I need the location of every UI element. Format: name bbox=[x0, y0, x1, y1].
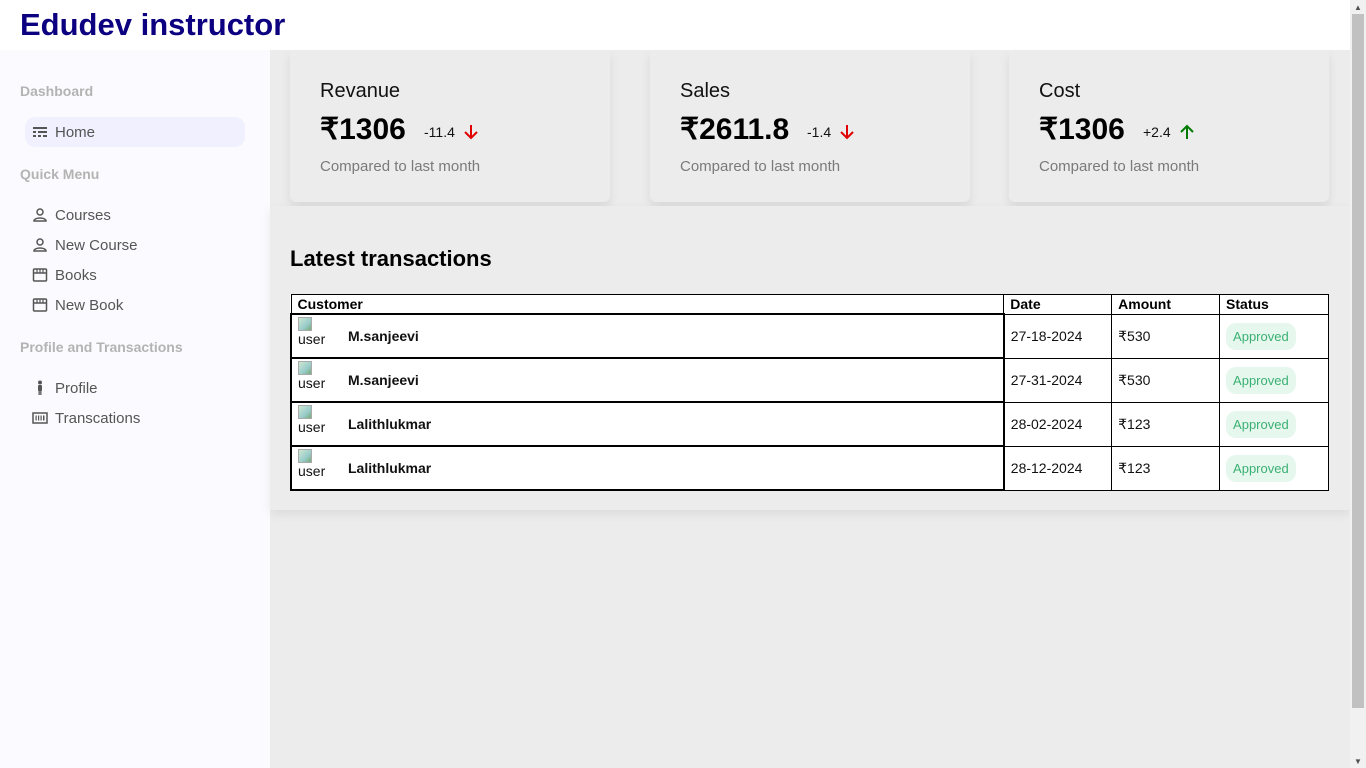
status-cell: Approved bbox=[1219, 313, 1329, 359]
sidebar-title-quick-menu: Quick Menu bbox=[20, 166, 100, 182]
arrow-down-icon bbox=[840, 125, 854, 140]
scroll-up-arrow-icon[interactable]: ▲ bbox=[1350, 0, 1366, 14]
customer-name: M.sanjeevi bbox=[348, 328, 419, 344]
table-row: user M.sanjeevi 27-31-2024 ₹530 Approved bbox=[290, 357, 1329, 403]
status-badge[interactable]: Approved bbox=[1226, 366, 1296, 394]
amount-cell: ₹530 bbox=[1111, 357, 1221, 403]
sidebar-item-new-course[interactable]: New Course bbox=[25, 230, 245, 260]
kpi-money: ₹1306 bbox=[320, 113, 406, 146]
sidebar-title-dashboard: Dashboard bbox=[20, 83, 94, 99]
sidebar-item-profile[interactable]: Profile bbox=[25, 373, 245, 403]
brand-title: Edudev instructor bbox=[20, 7, 286, 42]
sidebar-item-new-book[interactable]: New Book bbox=[25, 290, 245, 320]
sidebar-item-label: Home bbox=[55, 123, 96, 141]
sidebar-item-home[interactable]: Home bbox=[25, 117, 245, 147]
status-cell: Approved bbox=[1219, 401, 1329, 447]
sidebar-item-label: Courses bbox=[55, 206, 111, 224]
barcode-icon bbox=[32, 410, 48, 426]
status-cell: Approved bbox=[1219, 357, 1329, 403]
avatar: user bbox=[298, 449, 330, 487]
customer-cell: user Lalithlukmar bbox=[290, 401, 1005, 447]
kpi-rate-value: +2.4 bbox=[1143, 124, 1171, 140]
customer-name: Lalithlukmar bbox=[348, 460, 432, 476]
date-cell: 28-12-2024 bbox=[1003, 445, 1113, 491]
sidebar-item-label: New Course bbox=[55, 236, 138, 254]
vertical-scrollbar[interactable]: ▲ ▼ bbox=[1350, 0, 1366, 768]
kpi-card-sales: Sales ₹2611.8 -1.4 Compared to last mont… bbox=[650, 50, 970, 202]
kpi-rate: +2.4 bbox=[1143, 123, 1196, 141]
kpi-subtitle: Compared to last month bbox=[320, 158, 481, 175]
person-icon bbox=[32, 237, 48, 253]
kpi-card-cost: Cost ₹1306 +2.4 Compared to last month bbox=[1009, 50, 1329, 202]
scrollbar-thumb[interactable] bbox=[1352, 14, 1364, 708]
column-header-date: Date bbox=[1003, 294, 1113, 315]
standing-person-icon bbox=[32, 380, 48, 396]
customer-name: Lalithlukmar bbox=[348, 416, 432, 432]
status-cell: Approved bbox=[1219, 445, 1329, 491]
column-header-amount: Amount bbox=[1111, 294, 1221, 315]
avatar: user bbox=[298, 405, 330, 443]
sidebar-title-profile-transactions: Profile and Transactions bbox=[20, 339, 183, 355]
column-header-status: Status bbox=[1219, 294, 1329, 315]
date-cell: 27-31-2024 bbox=[1003, 357, 1113, 403]
sidebar-item-label: New Book bbox=[55, 296, 124, 314]
sidebar: Dashboard Home Quick Menu Courses New Co… bbox=[0, 50, 270, 768]
sidebar-item-label: Profile bbox=[55, 379, 98, 397]
date-cell: 27-18-2024 bbox=[1003, 313, 1113, 359]
column-header-customer: Customer bbox=[290, 294, 1005, 315]
topbar: Edudev instructor bbox=[0, 0, 1350, 50]
kpi-title: Sales bbox=[680, 80, 731, 102]
customer-cell: user M.sanjeevi bbox=[290, 313, 1005, 359]
customer-name: M.sanjeevi bbox=[348, 372, 419, 388]
kpi-rate-value: -1.4 bbox=[807, 124, 832, 140]
person-icon bbox=[32, 207, 48, 223]
date-cell: 28-02-2024 bbox=[1003, 401, 1113, 447]
main-content: Revanue ₹1306 -11.4 Compared to last mon… bbox=[270, 50, 1350, 768]
sidebar-item-courses[interactable]: Courses bbox=[25, 200, 245, 230]
status-badge[interactable]: Approved bbox=[1226, 410, 1296, 438]
arrow-down-icon bbox=[464, 125, 478, 140]
kpi-rate-value: -11.4 bbox=[424, 124, 455, 140]
scroll-down-arrow-icon[interactable]: ▼ bbox=[1350, 754, 1366, 768]
table-row: user Lalithlukmar 28-02-2024 ₹123 Approv… bbox=[290, 401, 1329, 447]
kpi-card-revenue: Revanue ₹1306 -11.4 Compared to last mon… bbox=[290, 50, 610, 202]
sidebar-item-label: Transcations bbox=[55, 409, 141, 427]
kpi-title: Revanue bbox=[320, 80, 401, 102]
storefront-icon bbox=[32, 297, 48, 313]
avatar: user bbox=[298, 361, 330, 399]
customer-cell: user Lalithlukmar bbox=[290, 445, 1005, 491]
amount-cell: ₹123 bbox=[1111, 445, 1221, 491]
sidebar-item-label: Books bbox=[55, 266, 97, 284]
kpi-money: ₹2611.8 bbox=[680, 113, 790, 146]
kpi-rate: -1.4 bbox=[807, 123, 856, 141]
sidebar-item-books[interactable]: Books bbox=[25, 260, 245, 290]
kpi-subtitle: Compared to last month bbox=[680, 158, 841, 175]
table-rows-icon bbox=[32, 124, 48, 140]
table-row: user Lalithlukmar 28-12-2024 ₹123 Approv… bbox=[290, 445, 1329, 491]
sidebar-item-transactions[interactable]: Transcations bbox=[25, 403, 245, 433]
amount-cell: ₹123 bbox=[1111, 401, 1221, 447]
arrow-up-icon bbox=[1179, 124, 1194, 139]
status-badge[interactable]: Approved bbox=[1226, 322, 1296, 350]
transactions-table: Customer Date Amount Status user M.sanje… bbox=[290, 294, 1329, 491]
transactions-title: Latest transactions bbox=[290, 246, 492, 271]
storefront-icon bbox=[32, 267, 48, 283]
kpi-subtitle: Compared to last month bbox=[1039, 158, 1200, 175]
status-badge[interactable]: Approved bbox=[1226, 454, 1296, 482]
table-row: user M.sanjeevi 27-18-2024 ₹530 Approved bbox=[290, 313, 1329, 359]
table-header-row: Customer Date Amount Status bbox=[290, 294, 1329, 315]
kpi-money: ₹1306 bbox=[1039, 113, 1125, 146]
transactions-panel: Latest transactions Customer Date Amount… bbox=[270, 206, 1350, 510]
customer-cell: user M.sanjeevi bbox=[290, 357, 1005, 403]
avatar: user bbox=[298, 317, 330, 355]
kpi-rate: -11.4 bbox=[424, 123, 480, 141]
kpi-title: Cost bbox=[1039, 80, 1081, 102]
amount-cell: ₹530 bbox=[1111, 313, 1221, 359]
